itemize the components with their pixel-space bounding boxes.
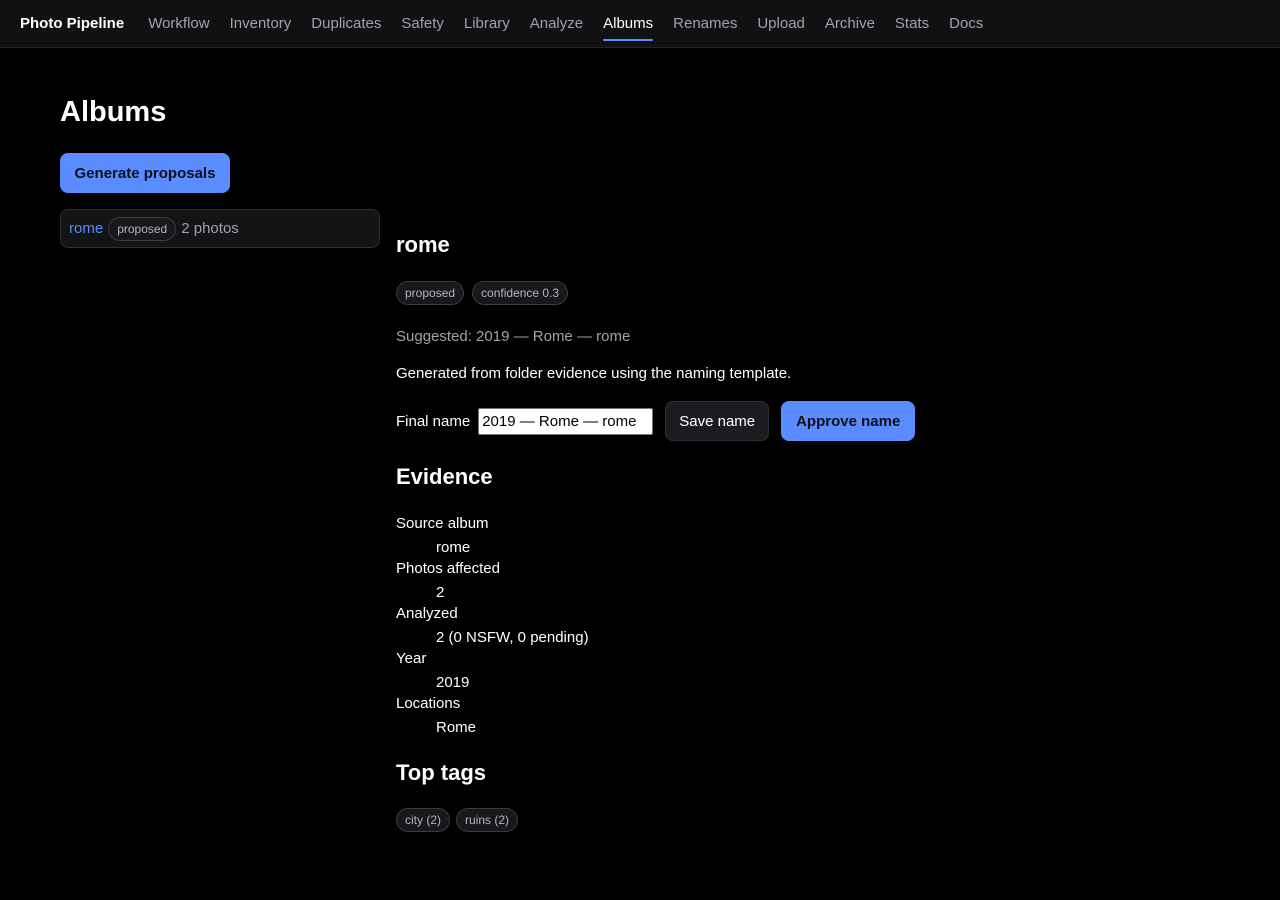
album-photo-count: 2 photos <box>181 220 239 237</box>
album-list-item[interactable]: rome proposed 2 photos <box>60 209 380 248</box>
evidence-heading: Evidence <box>396 464 493 489</box>
evidence-value: 2 (0 NSFW, 0 pending) <box>436 628 589 646</box>
nav-duplicates[interactable]: Duplicates <box>311 0 381 48</box>
confidence-badge: confidence 0.3 <box>472 281 569 305</box>
evidence-value: rome <box>436 538 471 556</box>
page-title: Albums <box>60 96 167 128</box>
nav-workflow[interactable]: Workflow <box>148 0 209 48</box>
nav-analyze[interactable]: Analyze <box>530 0 583 48</box>
tag-pill: city (2) <box>396 808 450 832</box>
nav-library[interactable]: Library <box>464 0 510 48</box>
save-name-button[interactable]: Save name <box>665 401 770 441</box>
album-detail-title: rome <box>396 232 450 257</box>
final-name-input[interactable] <box>478 407 654 435</box>
evidence-list: Source album rome Photos affected 2 Anal… <box>396 513 896 738</box>
final-name-label: Final name <box>396 412 471 430</box>
evidence-term: Year <box>396 650 427 667</box>
evidence-value: 2 <box>436 583 445 601</box>
nav-albums[interactable]: Albums <box>603 0 654 48</box>
top-nav-bar: Photo Pipeline Workflow Inventory Duplic… <box>0 0 1280 48</box>
nav-archive[interactable]: Archive <box>825 0 875 48</box>
generate-proposals-button[interactable]: Generate proposals <box>60 153 230 193</box>
top-tags-list: city (2) ruins (2) <box>396 808 524 832</box>
nav-stats[interactable]: Stats <box>895 0 929 48</box>
album-status-badge: proposed <box>108 216 177 241</box>
generated-note: Generated from folder evidence using the… <box>396 365 792 382</box>
approve-name-button[interactable]: Approve name <box>781 401 916 441</box>
suggested-name: Suggested: 2019 — Rome — rome <box>396 328 631 345</box>
final-name-form: Final name Save name Approve name <box>396 401 916 441</box>
evidence-term: Analyzed <box>396 605 458 622</box>
evidence-term: Photos affected <box>396 560 500 577</box>
status-badge: proposed <box>396 281 465 305</box>
main-nav: Workflow Inventory Duplicates Safety Lib… <box>148 0 1003 48</box>
album-list: rome proposed 2 photos <box>60 209 380 248</box>
evidence-term: Source album <box>396 515 489 532</box>
app-brand[interactable]: Photo Pipeline <box>20 15 124 32</box>
top-tags-heading: Top tags <box>396 760 487 785</box>
nav-safety[interactable]: Safety <box>401 0 444 48</box>
album-badges: proposed confidence 0.3 <box>396 281 576 305</box>
evidence-value: Rome <box>436 718 477 736</box>
evidence-value: 2019 <box>436 673 470 691</box>
nav-renames[interactable]: Renames <box>673 0 737 48</box>
nav-inventory[interactable]: Inventory <box>230 0 292 48</box>
nav-docs[interactable]: Docs <box>949 0 983 48</box>
evidence-term: Locations <box>396 695 461 712</box>
album-link[interactable]: rome <box>69 220 103 237</box>
tag-pill: ruins (2) <box>456 808 519 832</box>
nav-upload[interactable]: Upload <box>757 0 805 48</box>
